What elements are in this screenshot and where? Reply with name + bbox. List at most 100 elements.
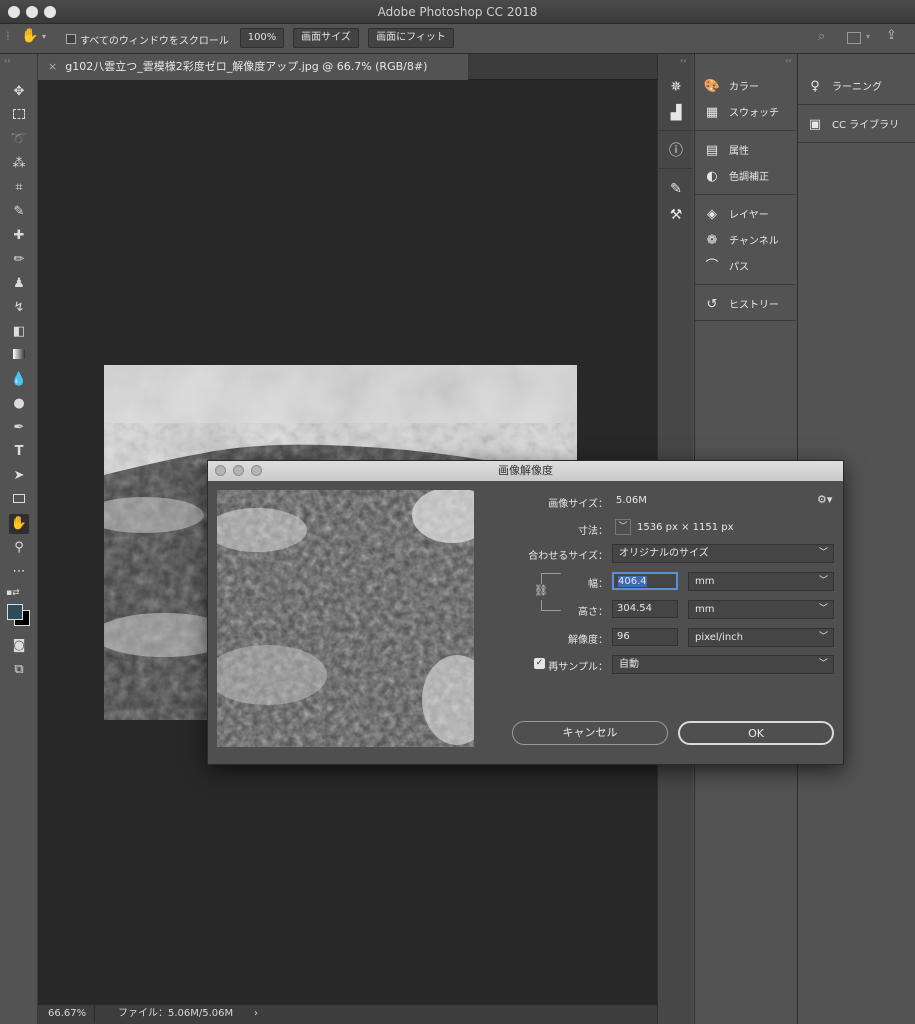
divider — [695, 284, 796, 285]
rectangle-tool-icon[interactable] — [9, 490, 29, 510]
panel-history[interactable]: ↺ ヒストリー — [703, 294, 779, 316]
scroll-all-checkbox[interactable] — [66, 34, 76, 44]
chevron-down-icon: ﹀ — [818, 548, 828, 558]
marquee-tool-icon[interactable] — [9, 106, 29, 126]
fit-to-label: 合わせるサイズ： — [528, 551, 608, 562]
chevron-down-icon[interactable]: ▾ — [42, 32, 46, 41]
gear-icon[interactable]: ⚙▾ — [817, 493, 832, 506]
info-icon[interactable]: ⓘ — [667, 142, 685, 160]
image-preview[interactable] — [217, 490, 474, 747]
blur-tool-icon[interactable]: 💧 — [9, 370, 29, 390]
document-tab-title: g102八雲立つ_雲模様2彩度ゼロ_解像度アップ.jpg @ 66.7% (RG… — [65, 60, 428, 73]
hand-tool-icon[interactable]: ✋ — [9, 514, 29, 534]
zoom-tool-icon[interactable]: ⚲ — [9, 538, 29, 558]
cancel-button[interactable]: キャンセル — [512, 721, 668, 745]
dialog-close-button[interactable] — [215, 465, 226, 476]
panel-color[interactable]: 🎨 カラー — [703, 76, 759, 98]
width-label: 幅： — [588, 579, 608, 590]
dimensions-dropdown[interactable]: ﹀ — [615, 519, 631, 535]
dodge-tool-icon[interactable]: ● — [9, 394, 29, 414]
default-colors-icon[interactable]: ▪⇄ — [6, 588, 20, 598]
tab-close-icon[interactable]: × — [48, 60, 57, 73]
search-icon[interactable]: ⌕ — [818, 29, 836, 47]
resolution-unit-select[interactable]: pixel/inch ﹀ — [688, 628, 834, 647]
share-icon[interactable]: ⇪ — [886, 28, 904, 46]
image-size-label: 画像サイズ： — [548, 499, 608, 510]
width-unit-select[interactable]: mm ﹀ — [688, 572, 834, 591]
scroll-all-label: すべてのウィンドウをスクロール — [80, 36, 229, 47]
layers-icon: ◈ — [707, 207, 717, 222]
healing-brush-tool-icon[interactable]: ✚ — [9, 226, 29, 246]
title-bar: Adobe Photoshop CC 2018 — [0, 0, 915, 24]
height-unit-select[interactable]: mm ﹀ — [688, 600, 834, 619]
histogram-icon[interactable]: ▟ — [667, 104, 685, 122]
magic-wand-tool-icon[interactable]: ⁂ — [9, 154, 29, 174]
eyedropper-tool-icon[interactable]: ✎ — [9, 202, 29, 222]
chevron-down-icon: ﹀ — [818, 632, 828, 642]
quick-mask-icon[interactable]: ◙ — [9, 636, 29, 656]
library-icon: ▣ — [808, 117, 822, 132]
divider — [695, 194, 796, 195]
status-menu-arrow[interactable]: › — [254, 1005, 258, 1023]
workspace-icon[interactable] — [847, 32, 861, 44]
type-tool-icon[interactable]: T — [9, 442, 29, 462]
pen-tool-icon[interactable]: ✒ — [9, 418, 29, 438]
more-tools-icon[interactable]: ⋯ — [9, 562, 29, 582]
lasso-tool-icon[interactable]: ➰ — [9, 130, 29, 150]
clone-stamp-tool-icon[interactable]: ♟ — [9, 274, 29, 294]
file-size: ファイル：5.06M/5.06M — [118, 1008, 234, 1019]
dialog-minimize-button[interactable] — [233, 465, 244, 476]
brush-tool-icon[interactable]: ✏ — [9, 250, 29, 270]
panel-adjustments[interactable]: ◐ 色調補正 — [703, 166, 769, 188]
fit-screen-button[interactable]: 画面サイズ — [293, 28, 359, 48]
path-selection-tool-icon[interactable]: ➤ — [9, 466, 29, 486]
hand-tool-icon[interactable]: ✋ — [20, 28, 40, 48]
panel-properties[interactable]: ▤ 属性 — [703, 140, 749, 162]
ok-button[interactable]: OK — [678, 721, 834, 745]
brush-settings-icon[interactable]: ✎ — [667, 180, 685, 198]
fill-screen-button[interactable]: 画面にフィット — [368, 28, 454, 48]
adjustments-icon: ◐ — [706, 169, 718, 184]
tool-presets-icon[interactable]: ⚒ — [667, 206, 685, 224]
document-tab[interactable]: × g102八雲立つ_雲模様2彩度ゼロ_解像度アップ.jpg @ 66.7% (R… — [38, 54, 468, 80]
fit-to-select[interactable]: オリジナルのサイズ ﹀ — [612, 544, 834, 563]
foreground-color-swatch[interactable] — [7, 604, 23, 620]
paths-icon: ⌒ — [705, 259, 719, 274]
crop-tool-icon[interactable]: ⌗ — [9, 178, 29, 198]
screen-mode-icon[interactable]: ⧉ — [9, 660, 29, 680]
zoom-100-button[interactable]: 100% — [240, 28, 284, 48]
eraser-tool-icon[interactable]: ◧ — [9, 322, 29, 342]
panel-cc-libraries[interactable]: ▣ CC ライブラリ — [806, 114, 899, 136]
resample-select[interactable]: 自動 ﹀ — [612, 655, 834, 674]
divider — [695, 130, 796, 131]
zoom-level[interactable]: 66.67% — [48, 1005, 86, 1023]
collapse-icon[interactable]: ‹‹ — [785, 56, 791, 65]
resolution-input[interactable]: 96 — [612, 628, 678, 646]
status-divider — [94, 1005, 95, 1023]
collapse-icon[interactable]: ›› — [4, 56, 10, 65]
divider — [798, 104, 915, 105]
panel-channels[interactable]: ❁ チャンネル — [703, 230, 779, 252]
chevron-down-icon[interactable]: ▾ — [866, 32, 870, 41]
navigator-icon[interactable]: ✵ — [667, 78, 685, 96]
gradient-tool-icon[interactable] — [9, 346, 29, 366]
status-bar: 66.67% ファイル：5.06M/5.06M › — [38, 1004, 657, 1024]
preview-image-art — [217, 490, 474, 747]
panel-learn[interactable]: ♀ ラーニング — [806, 76, 882, 98]
width-input[interactable]: 406.4 — [612, 572, 678, 590]
collapse-icon[interactable]: ‹‹ — [680, 56, 686, 65]
panel-swatches[interactable]: ▦ スウォッチ — [703, 102, 779, 124]
panel-paths[interactable]: ⌒ パス — [703, 256, 749, 278]
height-input[interactable]: 304.54 — [612, 600, 678, 618]
move-tool-icon[interactable]: ✥ — [9, 82, 29, 102]
image-size-dialog: 画像解像度 画像サイズ： 5.06M ⚙▾ 寸法： ﹀ 1536 px × 11… — [207, 460, 844, 765]
chevron-down-icon: ﹀ — [818, 576, 828, 586]
tools-panel: ›› ✥ ➰ ⁂ ⌗ ✎ ✚ ✏ ♟ ↯ ◧ 💧 ● ✒ T ➤ ✋ ⚲ ⋯ ▪… — [0, 54, 38, 1024]
dialog-title: 画像解像度 — [498, 464, 553, 477]
history-brush-tool-icon[interactable]: ↯ — [9, 298, 29, 318]
image-size-value: 5.06M — [616, 495, 647, 506]
resolution-label: 解像度： — [568, 635, 608, 646]
dialog-title-bar: 画像解像度 — [208, 461, 843, 481]
dialog-zoom-button[interactable] — [251, 465, 262, 476]
panel-layers[interactable]: ◈ レイヤー — [703, 204, 769, 226]
